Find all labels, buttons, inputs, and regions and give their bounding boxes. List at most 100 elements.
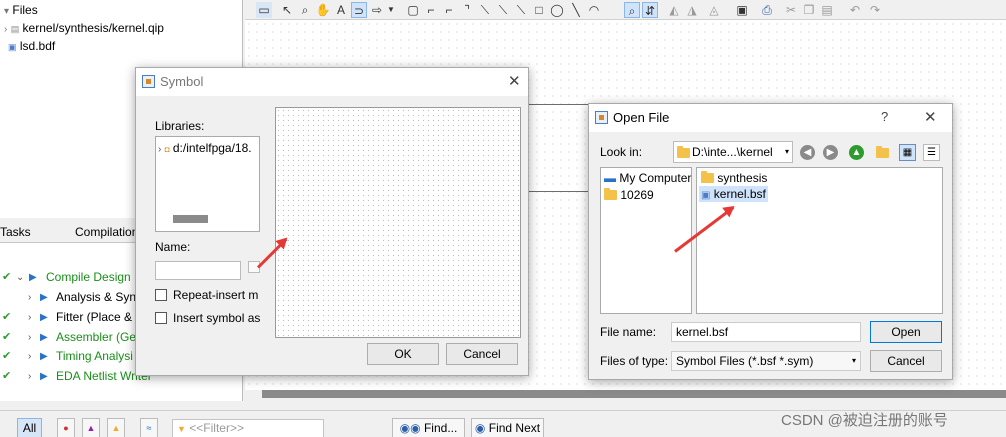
node-tool-icon[interactable]: ▢	[405, 2, 421, 18]
partial-line-icon[interactable]: ⌕	[624, 2, 640, 18]
orthogonal-node-icon[interactable]: ⌝	[459, 2, 475, 18]
cancel-button[interactable]: Cancel	[870, 350, 942, 372]
symbol-tool-icon[interactable]: ⊃	[351, 2, 367, 18]
message-filter-input[interactable]: ▼ <<Filter>>	[172, 419, 324, 437]
file-name-label: File name:	[600, 325, 657, 339]
critical-warning-filter-icon[interactable]: ▲	[82, 418, 100, 437]
chevron-right-icon[interactable]: ›	[28, 328, 31, 347]
success-check-icon: ✔	[2, 350, 12, 362]
find-next-button[interactable]: ◉ Find Next	[471, 418, 544, 437]
warning-filter-icon[interactable]: ▲	[107, 418, 125, 437]
file-label: kernel.bsf	[713, 187, 766, 201]
selection-tool-icon[interactable]: ↖	[279, 2, 295, 18]
run-icon[interactable]: ▶	[40, 347, 48, 366]
place-label: 10269	[620, 188, 654, 202]
copy-icon[interactable]: ❐	[801, 2, 817, 18]
run-icon[interactable]: ▶	[29, 268, 37, 287]
run-icon[interactable]: ▶	[40, 328, 48, 347]
horizontal-scrollbar[interactable]	[262, 390, 1006, 398]
tab-compilation[interactable]: Compilation	[75, 225, 138, 239]
print-icon[interactable]: ⎙	[759, 2, 775, 18]
look-in-value: D:\inte...\kernel	[692, 145, 773, 159]
bus-tool-icon[interactable]: ⌐	[423, 2, 439, 18]
library-item[interactable]: › ◘ d:/intelfpga/18.	[158, 141, 252, 155]
insert-symbol-checkbox[interactable]	[155, 312, 167, 324]
rotate-icon[interactable]: ◬	[706, 2, 722, 18]
open-file-titlebar[interactable]: Open File ? ✕	[589, 104, 952, 132]
parent-directory-icon[interactable]: ▲	[849, 145, 864, 160]
conduit-tool-icon[interactable]: ⌐	[441, 2, 457, 18]
create-folder-icon[interactable]	[876, 146, 889, 158]
detail-view-icon[interactable]: ☰	[923, 144, 940, 161]
cut-icon[interactable]: ✂	[783, 2, 799, 18]
dropdown-arrow-icon[interactable]: ▾	[785, 142, 789, 162]
arc-icon[interactable]: ◠	[586, 2, 602, 18]
diagonal-bus-icon[interactable]: ⟍	[495, 2, 511, 18]
file-name-input[interactable]: kernel.bsf	[671, 322, 861, 342]
error-filter-icon[interactable]: ●	[57, 418, 75, 437]
chevron-right-icon[interactable]: ›	[158, 144, 161, 155]
task-label: Compile Design	[46, 270, 131, 284]
run-icon[interactable]: ▶	[40, 288, 48, 307]
flip-horizontal-icon[interactable]: ◭	[666, 2, 682, 18]
close-icon[interactable]: ✕	[924, 108, 937, 126]
libraries-tree[interactable]: › ◘ d:/intelfpga/18.	[155, 136, 260, 232]
task-label: Timing Analysi	[56, 349, 133, 363]
library-scrollbar[interactable]	[173, 215, 208, 223]
place-item-10269[interactable]: 10269	[604, 187, 654, 203]
chevron-right-icon[interactable]: ›	[28, 308, 31, 327]
diagonal-node-icon[interactable]: ⟍	[477, 2, 493, 18]
rubberbanding-icon[interactable]: ⇵	[642, 2, 658, 18]
flip-vertical-icon[interactable]: ◮	[684, 2, 700, 18]
undo-icon[interactable]: ↶	[847, 2, 863, 18]
help-button[interactable]: ?	[881, 109, 888, 124]
dropdown-arrow-icon[interactable]: ▾	[852, 352, 856, 370]
look-in-combobox[interactable]: D:\inte...\kernel ▾	[673, 141, 793, 163]
find-button[interactable]: ◉◉ Find...	[392, 418, 465, 437]
run-icon[interactable]: ▶	[40, 367, 48, 386]
symbol-dialog-titlebar[interactable]: Symbol ✕	[136, 68, 528, 96]
open-button[interactable]: Open	[870, 321, 942, 343]
list-view-icon[interactable]: ▦	[899, 144, 916, 161]
filter-dropdown-icon[interactable]: ▼	[177, 424, 186, 434]
diagonal-conduit-icon[interactable]: ⟍	[513, 2, 529, 18]
back-icon[interactable]: ◀	[800, 145, 815, 160]
text-tool-icon[interactable]: A	[333, 2, 349, 18]
file-item-lsd-bdf[interactable]: ▣ lsd.bdf	[8, 37, 55, 55]
collapse-icon[interactable]: ▾	[4, 6, 9, 17]
save-icon[interactable]: ▣	[734, 2, 750, 18]
close-icon[interactable]: ✕	[508, 72, 521, 90]
tab-tasks[interactable]: Tasks	[0, 225, 31, 239]
symbol-name-input[interactable]	[155, 261, 241, 280]
folder-icon	[677, 146, 690, 158]
hand-icon[interactable]: ✋	[315, 2, 331, 18]
expand-icon[interactable]: ›	[4, 24, 7, 35]
file-item-synthesis[interactable]: synthesis	[701, 170, 767, 186]
file-type-select[interactable]: Symbol Files (*.bsf *.sym) ▾	[671, 351, 861, 371]
ok-button[interactable]: OK	[367, 343, 439, 365]
repeat-insert-checkbox[interactable]	[155, 289, 167, 301]
line-icon[interactable]: ╲	[568, 2, 584, 18]
chevron-down-icon[interactable]: ⌄	[16, 268, 24, 287]
file-item-kernel-bsf[interactable]: ▣ kernel.bsf	[699, 186, 768, 202]
dropdown-arrow-icon[interactable]: ▼	[386, 2, 396, 18]
detach-window-icon[interactable]: ▭	[256, 2, 272, 18]
zoom-icon[interactable]: ⌕	[297, 2, 313, 18]
oval-icon[interactable]: ◯	[549, 2, 565, 18]
redo-icon[interactable]: ↷	[867, 2, 883, 18]
chevron-right-icon[interactable]: ›	[28, 367, 31, 386]
place-item-my-computer[interactable]: ▬ My Computer	[604, 170, 691, 186]
pin-tool-icon[interactable]: ⇨	[369, 2, 385, 18]
chevron-right-icon[interactable]: ›	[28, 288, 31, 307]
file-item-kernel-qip[interactable]: › ▤ kernel/synthesis/kernel.qip	[4, 19, 164, 37]
files-header[interactable]: ▾ Files	[4, 1, 38, 19]
chevron-right-icon[interactable]: ›	[28, 347, 31, 366]
info-filter-icon[interactable]: ≈	[140, 418, 158, 437]
file-item-label: lsd.bdf	[19, 39, 56, 53]
cancel-button[interactable]: Cancel	[446, 343, 518, 365]
rectangle-icon[interactable]: □	[531, 2, 547, 18]
paste-icon[interactable]: ▤	[819, 2, 835, 18]
forward-icon[interactable]: ▶	[823, 145, 838, 160]
run-icon[interactable]: ▶	[40, 308, 48, 327]
all-messages-button[interactable]: All	[17, 418, 42, 437]
